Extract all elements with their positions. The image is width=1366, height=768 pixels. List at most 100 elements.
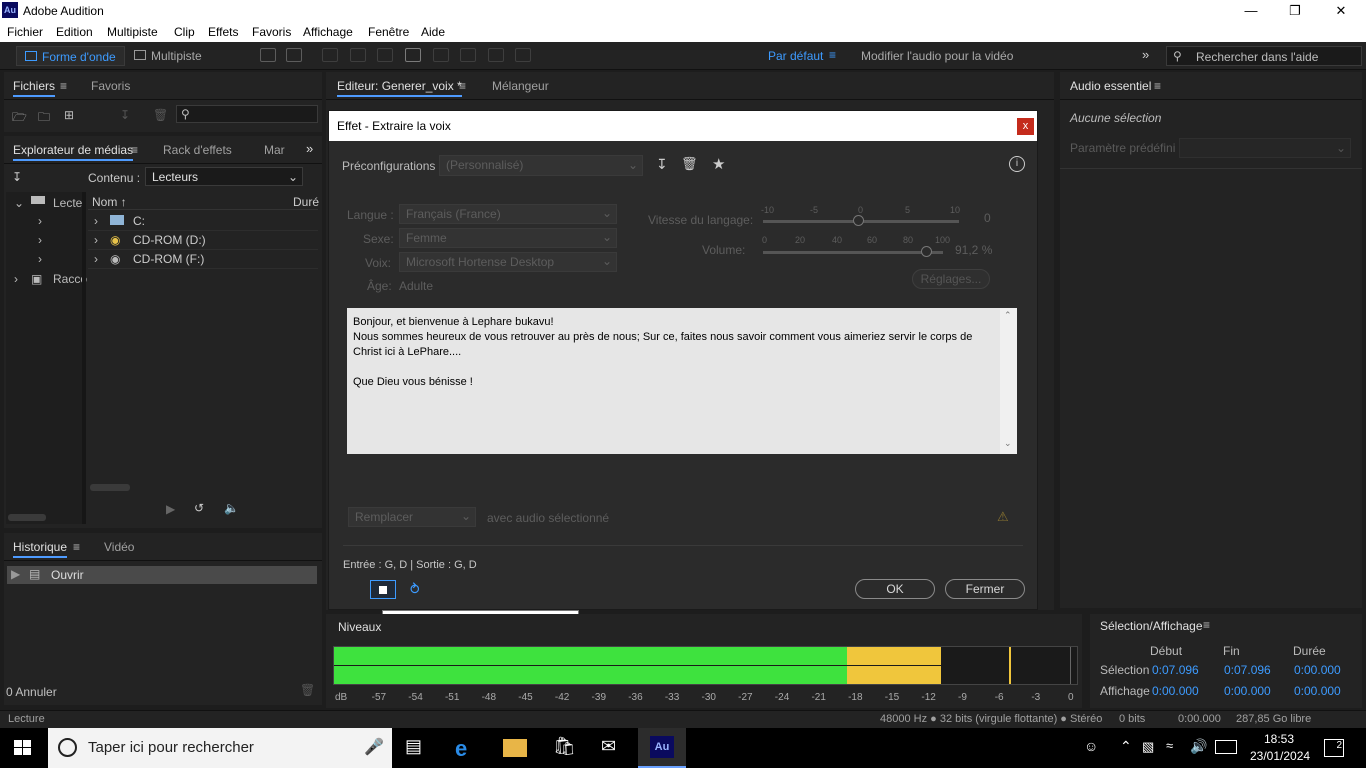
spot-healing-tool-icon[interactable] xyxy=(515,48,531,62)
chevron-up-icon[interactable]: ⌃ xyxy=(1120,738,1132,755)
menu-help[interactable]: Aide xyxy=(421,25,445,39)
waveform-tab[interactable]: Forme d'onde xyxy=(16,46,125,66)
language-select[interactable]: Français (France) ⌄ xyxy=(399,204,617,224)
dialog-close-button[interactable]: x xyxy=(1017,118,1034,135)
more-tabs-icon[interactable]: » xyxy=(306,141,313,156)
list-item[interactable]: › ◉ CD-ROM (F:) xyxy=(88,250,318,269)
history-item[interactable]: ▶ ▤ Ouvrir xyxy=(7,566,317,584)
maximize-icon[interactable]: ❐ xyxy=(1272,0,1318,22)
view-end[interactable]: 0:00.000 xyxy=(1224,684,1271,698)
voice-select[interactable]: Microsoft Hortense Desktop ⌄ xyxy=(399,252,617,272)
column-duration[interactable]: Duré xyxy=(293,195,319,209)
favorite-star-icon[interactable]: ★ xyxy=(712,155,725,173)
files-search-input[interactable]: ⚲ xyxy=(176,105,318,123)
menu-effects[interactable]: Effets xyxy=(208,25,238,39)
download-icon[interactable]: ↧ xyxy=(12,170,22,184)
menu-clip[interactable]: Clip xyxy=(174,25,195,39)
menu-favorites[interactable]: Favoris xyxy=(252,25,291,39)
selection-start[interactable]: 0:07.096 xyxy=(1152,663,1199,677)
panel-menu-icon[interactable]: ≡ xyxy=(60,79,67,93)
selection-duration[interactable]: 0:00.000 xyxy=(1294,663,1341,677)
open-file-icon[interactable]: 🗁 xyxy=(12,108,27,129)
ok-button[interactable]: OK xyxy=(855,579,935,599)
selection-end[interactable]: 0:07.096 xyxy=(1224,663,1271,677)
chevron-up-icon[interactable]: ⌃ xyxy=(1004,308,1012,323)
delete-icon[interactable]: 🗑 xyxy=(153,108,168,122)
windows-start-icon[interactable] xyxy=(14,740,32,756)
tab-favorites[interactable]: Favoris xyxy=(91,79,130,93)
battery-icon[interactable]: ▧ xyxy=(1142,739,1154,755)
brush-tool-icon[interactable] xyxy=(488,48,504,62)
chevron-right-icon[interactable]: › xyxy=(14,272,18,286)
help-search-input[interactable]: ⚲ Rechercher dans l'aide xyxy=(1166,46,1362,66)
menu-window[interactable]: Fenêtre xyxy=(368,25,409,39)
view-duration[interactable]: 0:00.000 xyxy=(1294,684,1341,698)
task-view-icon[interactable]: ▤ xyxy=(405,736,429,760)
loop-preview-button[interactable]: ⥁ xyxy=(405,580,429,599)
play-icon[interactable]: ▶ xyxy=(166,502,175,516)
lasso-tool-icon[interactable] xyxy=(460,48,476,62)
volume-icon[interactable]: 🔈 xyxy=(224,501,239,515)
tab-media-browser[interactable]: Explorateur de médias xyxy=(13,143,134,161)
chevron-right-icon[interactable]: › xyxy=(94,214,98,228)
tab-history[interactable]: Historique xyxy=(13,540,68,558)
razor-tool-icon[interactable] xyxy=(350,48,366,62)
menu-file[interactable]: Fichier xyxy=(7,25,43,39)
workspace-default[interactable]: Par défaut xyxy=(768,49,823,63)
panel-menu-icon[interactable]: ≡ xyxy=(459,79,466,93)
tab-editor[interactable]: Editeur: Generer_voix * xyxy=(337,79,462,97)
tree-scrollbar[interactable] xyxy=(8,514,46,521)
list-item[interactable]: › ◉ CD-ROM (D:) xyxy=(88,231,318,250)
settings-button[interactable]: Réglages... xyxy=(912,269,990,289)
speaker-icon[interactable]: 🔊 xyxy=(1190,738,1207,755)
content-select[interactable]: Lecteurs ⌄ xyxy=(145,167,303,186)
file-list-scrollbar[interactable] xyxy=(90,484,130,491)
edge-icon[interactable]: e xyxy=(455,736,479,761)
keyboard-icon[interactable] xyxy=(1215,740,1237,754)
multitrack-tab[interactable]: Multipiste xyxy=(126,46,210,66)
chevron-down-icon[interactable]: ⌄ xyxy=(1004,436,1012,451)
text-to-speech-input[interactable]: Bonjour, et bienvenue à Lephare bukavu! … xyxy=(347,308,1017,454)
store-icon[interactable]: 🛍 xyxy=(553,736,577,760)
marquee-tool-icon[interactable] xyxy=(433,48,449,62)
preset-select[interactable]: ⌄ xyxy=(1179,138,1351,158)
sex-select[interactable]: Femme ⌄ xyxy=(399,228,617,248)
workspace-menu-icon[interactable]: ≡ xyxy=(829,48,836,62)
panel-menu-icon[interactable]: ≡ xyxy=(1154,79,1161,93)
minimize-icon[interactable]: — xyxy=(1228,0,1274,22)
replace-select[interactable]: Remplacer ⌄ xyxy=(348,507,476,527)
menu-edit[interactable]: Edition xyxy=(56,25,93,39)
menu-multitrack[interactable]: Multipiste xyxy=(107,25,158,39)
column-name[interactable]: Nom ↑ xyxy=(92,195,127,209)
save-preset-icon[interactable]: ↧ xyxy=(656,156,668,173)
tree-item-drives[interactable]: Lecte xyxy=(53,196,82,210)
preview-play-stop-button[interactable] xyxy=(370,580,396,599)
clock-date[interactable]: 23/01/2024 xyxy=(1250,749,1310,763)
chevron-down-icon[interactable]: ⌄ xyxy=(14,196,24,210)
delete-icon[interactable]: 🗑 xyxy=(300,683,315,697)
spectral-pitch-icon[interactable] xyxy=(286,48,302,62)
insert-icon[interactable]: ↧ xyxy=(120,108,130,122)
tab-files[interactable]: Fichiers xyxy=(13,79,56,97)
loop-icon[interactable]: ↺ xyxy=(194,501,204,515)
workspace-video[interactable]: Modifier l'audio pour la vidéo xyxy=(861,49,1013,63)
import-file-icon[interactable]: 🗀 xyxy=(38,108,50,129)
move-tool-icon[interactable] xyxy=(322,48,338,62)
spectral-display-icon[interactable] xyxy=(260,48,276,62)
more-workspaces-icon[interactable]: » xyxy=(1142,47,1149,62)
menu-view[interactable]: Affichage xyxy=(303,25,353,39)
view-start[interactable]: 0:00.000 xyxy=(1152,684,1199,698)
info-icon[interactable]: i xyxy=(1009,156,1025,172)
close-icon[interactable]: ✕ xyxy=(1318,0,1364,22)
presets-select[interactable]: (Personnalisé) ⌄ xyxy=(439,155,643,176)
audition-taskbar-button[interactable]: Au xyxy=(638,728,686,768)
clock-time[interactable]: 18:53 xyxy=(1264,732,1294,746)
splitter-handle[interactable] xyxy=(82,192,86,524)
chevron-right-icon[interactable]: › xyxy=(94,233,98,247)
file-explorer-icon[interactable] xyxy=(503,739,527,757)
panel-menu-icon[interactable]: ≡ xyxy=(1203,618,1210,632)
speed-slider-thumb[interactable] xyxy=(853,215,864,226)
chevron-right-icon[interactable]: › xyxy=(38,252,42,266)
delete-preset-icon[interactable]: 🗑 xyxy=(681,156,698,172)
panel-menu-icon[interactable]: ≡ xyxy=(73,540,80,554)
